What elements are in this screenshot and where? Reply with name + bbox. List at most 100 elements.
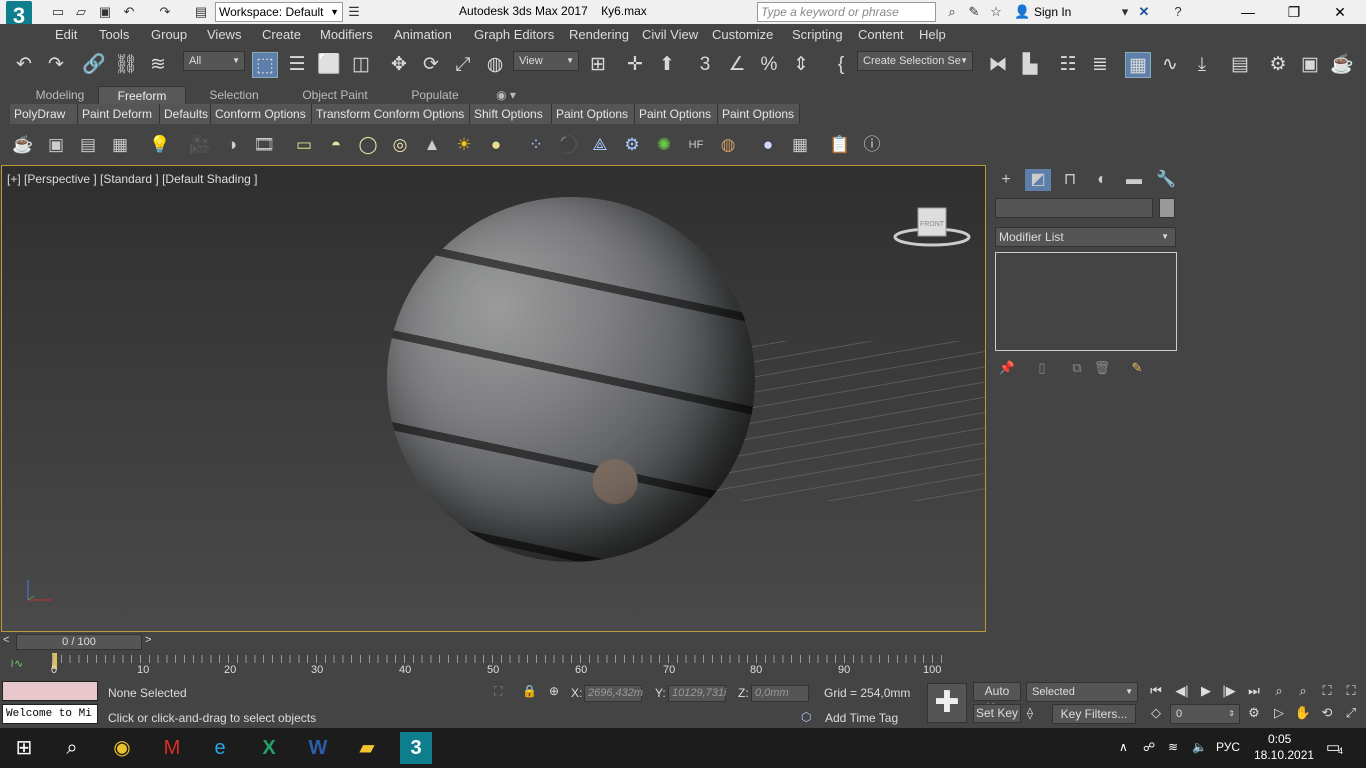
remove-modifier-icon[interactable]: 🗑	[1093, 359, 1111, 377]
volume-icon[interactable]: 🔈	[1192, 740, 1207, 754]
clock-time[interactable]: 0:05	[1268, 732, 1291, 746]
menu-tools[interactable]: Tools	[99, 27, 129, 42]
viewport-label[interactable]: [+] [Perspective ] [Standard ] [Default …	[7, 172, 257, 186]
modifier-list-dropdown[interactable]: Modifier List ▼	[995, 227, 1176, 247]
search-icon[interactable]: ⌕	[56, 732, 88, 764]
chevron-down-icon[interactable]: ▾	[1117, 4, 1133, 20]
file-explorer-icon[interactable]: ▰	[351, 732, 383, 764]
list-icon[interactable]: ▤	[76, 134, 100, 156]
gmail-icon[interactable]: M	[156, 732, 188, 764]
defaults-button[interactable]: Defaults	[160, 104, 211, 124]
create-selection-set-dropdown[interactable]: Create Selection Se ▼	[857, 51, 973, 71]
workspace-dropdown[interactable]: Workspace: Default ▼	[215, 2, 343, 22]
render-production-icon[interactable]: ☕	[1329, 52, 1355, 78]
rendered-frame-window-icon[interactable]: ▣	[1297, 52, 1323, 78]
go-to-end-icon[interactable]: ⏭	[1243, 681, 1265, 701]
menu-views[interactable]: Views	[207, 27, 241, 42]
close-button[interactable]: ✕	[1325, 2, 1355, 22]
clipboard-icon[interactable]: 📋	[828, 134, 852, 156]
align-icon[interactable]: ▙	[1017, 52, 1043, 78]
maxscript-listener-output[interactable]: Welcome to Mi	[2, 704, 98, 724]
tab-freeform[interactable]: Freeform	[98, 86, 186, 104]
open-file-icon[interactable]: ▱	[73, 4, 89, 20]
paint-options-button[interactable]: Paint Options	[635, 104, 718, 124]
new-file-icon[interactable]: ▭	[50, 4, 66, 20]
modify-tab-icon[interactable]: ◩	[1025, 169, 1051, 191]
material-editor-icon[interactable]: ▤	[1227, 52, 1253, 78]
next-frame-icon[interactable]: |▶︎	[1218, 681, 1240, 701]
dynamics-icon[interactable]: ⚫	[556, 134, 580, 156]
selection-filter-dropdown[interactable]: All ▼	[183, 51, 245, 71]
material-sphere-icon[interactable]: ●	[756, 134, 780, 156]
windows-start-icon[interactable]: ⊞	[8, 732, 40, 764]
zoom-extents-all-icon[interactable]: ⛶	[1340, 681, 1362, 701]
perspective-viewport[interactable]: [+] [Perspective ] [Standard ] [Default …	[1, 165, 986, 632]
wifi-icon[interactable]: ≋	[1168, 740, 1178, 754]
percent-snap-icon[interactable]: %	[756, 52, 782, 78]
layer-explorer-icon[interactable]: ≣	[1087, 52, 1113, 78]
field-of-view-icon[interactable]: ▷	[1268, 703, 1290, 723]
menu-content[interactable]: Content	[858, 27, 904, 42]
redo-icon[interactable]: ↷	[43, 52, 69, 78]
search-input[interactable]: Type a keyword or phrase	[757, 2, 936, 22]
light-icon[interactable]: 💡	[148, 134, 172, 156]
show-hidden-icons-icon[interactable]: ∧	[1119, 740, 1128, 754]
clock-date[interactable]: 18.10.2021	[1254, 748, 1314, 762]
time-slider[interactable]: < 0 / 100 >	[0, 633, 988, 651]
zoom-icon[interactable]: ⌕	[1268, 681, 1290, 701]
time-slider-thumb[interactable]: 0 / 100	[16, 634, 142, 650]
absolute-mode-icon[interactable]: ⊕	[549, 684, 559, 698]
menu-rendering[interactable]: Rendering	[569, 27, 629, 42]
configure-modifier-sets-icon[interactable]: ✎	[1128, 359, 1146, 377]
current-frame-field[interactable]: 0 ⇕	[1170, 704, 1240, 724]
render-setup-icon[interactable]: ⚙	[1265, 52, 1291, 78]
make-unique-icon[interactable]: ⧉	[1068, 359, 1086, 377]
mesh-icon[interactable]: ⟁	[588, 134, 612, 156]
add-time-tag-button[interactable]: Add Time Tag	[825, 711, 898, 725]
input-language[interactable]: РУС	[1216, 740, 1240, 754]
curve-editor-mini-icon[interactable]: ≀∿	[10, 657, 23, 670]
menu-edit[interactable]: Edit	[55, 27, 77, 42]
menu-animation[interactable]: Animation	[394, 27, 452, 42]
ribbon-toggle-icon[interactable]: ▦	[1125, 52, 1151, 78]
select-by-name-icon[interactable]: ☰	[284, 52, 310, 78]
menu-group[interactable]: Group	[151, 27, 187, 42]
hemisphere-icon[interactable]: ◓	[324, 134, 348, 156]
sphere-icon[interactable]: ◯	[356, 134, 380, 156]
cone-icon[interactable]: ▲	[420, 134, 444, 156]
disc-icon[interactable]: ●	[484, 134, 508, 156]
time-configuration-icon[interactable]: ⚙	[1243, 703, 1265, 723]
spinner-snap-icon[interactable]: ⇕	[788, 52, 814, 78]
chrome-icon[interactable]: ◉	[106, 732, 138, 764]
select-manipulate-icon[interactable]: ✛	[622, 52, 648, 78]
scene-explorer-icon[interactable]: ☷	[1055, 52, 1081, 78]
menu-civil-view[interactable]: Civil View	[642, 27, 698, 42]
excel-icon[interactable]: X	[253, 732, 285, 764]
create-tab-icon[interactable]: +	[993, 169, 1019, 191]
menu-create[interactable]: Create	[262, 27, 301, 42]
rotate-icon[interactable]: ⟳	[418, 52, 444, 78]
project-folder-icon[interactable]: ▤	[193, 4, 209, 20]
prev-frame-icon[interactable]: <	[3, 634, 9, 646]
stone-textured-sphere[interactable]	[387, 197, 755, 562]
curve-editor-icon[interactable]: ∿	[1157, 52, 1183, 78]
camera-icon[interactable]: 🎥	[188, 134, 212, 156]
table-icon[interactable]: ▦	[108, 134, 132, 156]
save-file-icon[interactable]: ▣	[97, 4, 113, 20]
particles-icon[interactable]: ⁘	[524, 134, 548, 156]
reference-coordinate-dropdown[interactable]: View ▼	[513, 51, 579, 71]
teapot-icon[interactable]: ☕	[11, 134, 35, 156]
object-color-swatch[interactable]	[1159, 198, 1175, 218]
key-target-dropdown[interactable]: Selected ▼	[1026, 682, 1138, 702]
paint-options-button[interactable]: Paint Options	[552, 104, 635, 124]
modifier-stack[interactable]	[995, 252, 1177, 351]
orbit-icon[interactable]: ⟲	[1316, 703, 1338, 723]
show-end-result-icon[interactable]: ▯	[1033, 359, 1051, 377]
material-library-icon[interactable]: ▦	[788, 134, 812, 156]
menu-customize[interactable]: Customize	[712, 27, 773, 42]
video-icon[interactable]: 🎞	[252, 134, 276, 156]
edge-icon[interactable]: e	[204, 732, 236, 764]
favorites-star-icon[interactable]: ☆	[988, 4, 1004, 20]
next-frame-icon[interactable]: >	[145, 634, 151, 646]
selection-lock-icon[interactable]: 🔒	[522, 684, 537, 698]
